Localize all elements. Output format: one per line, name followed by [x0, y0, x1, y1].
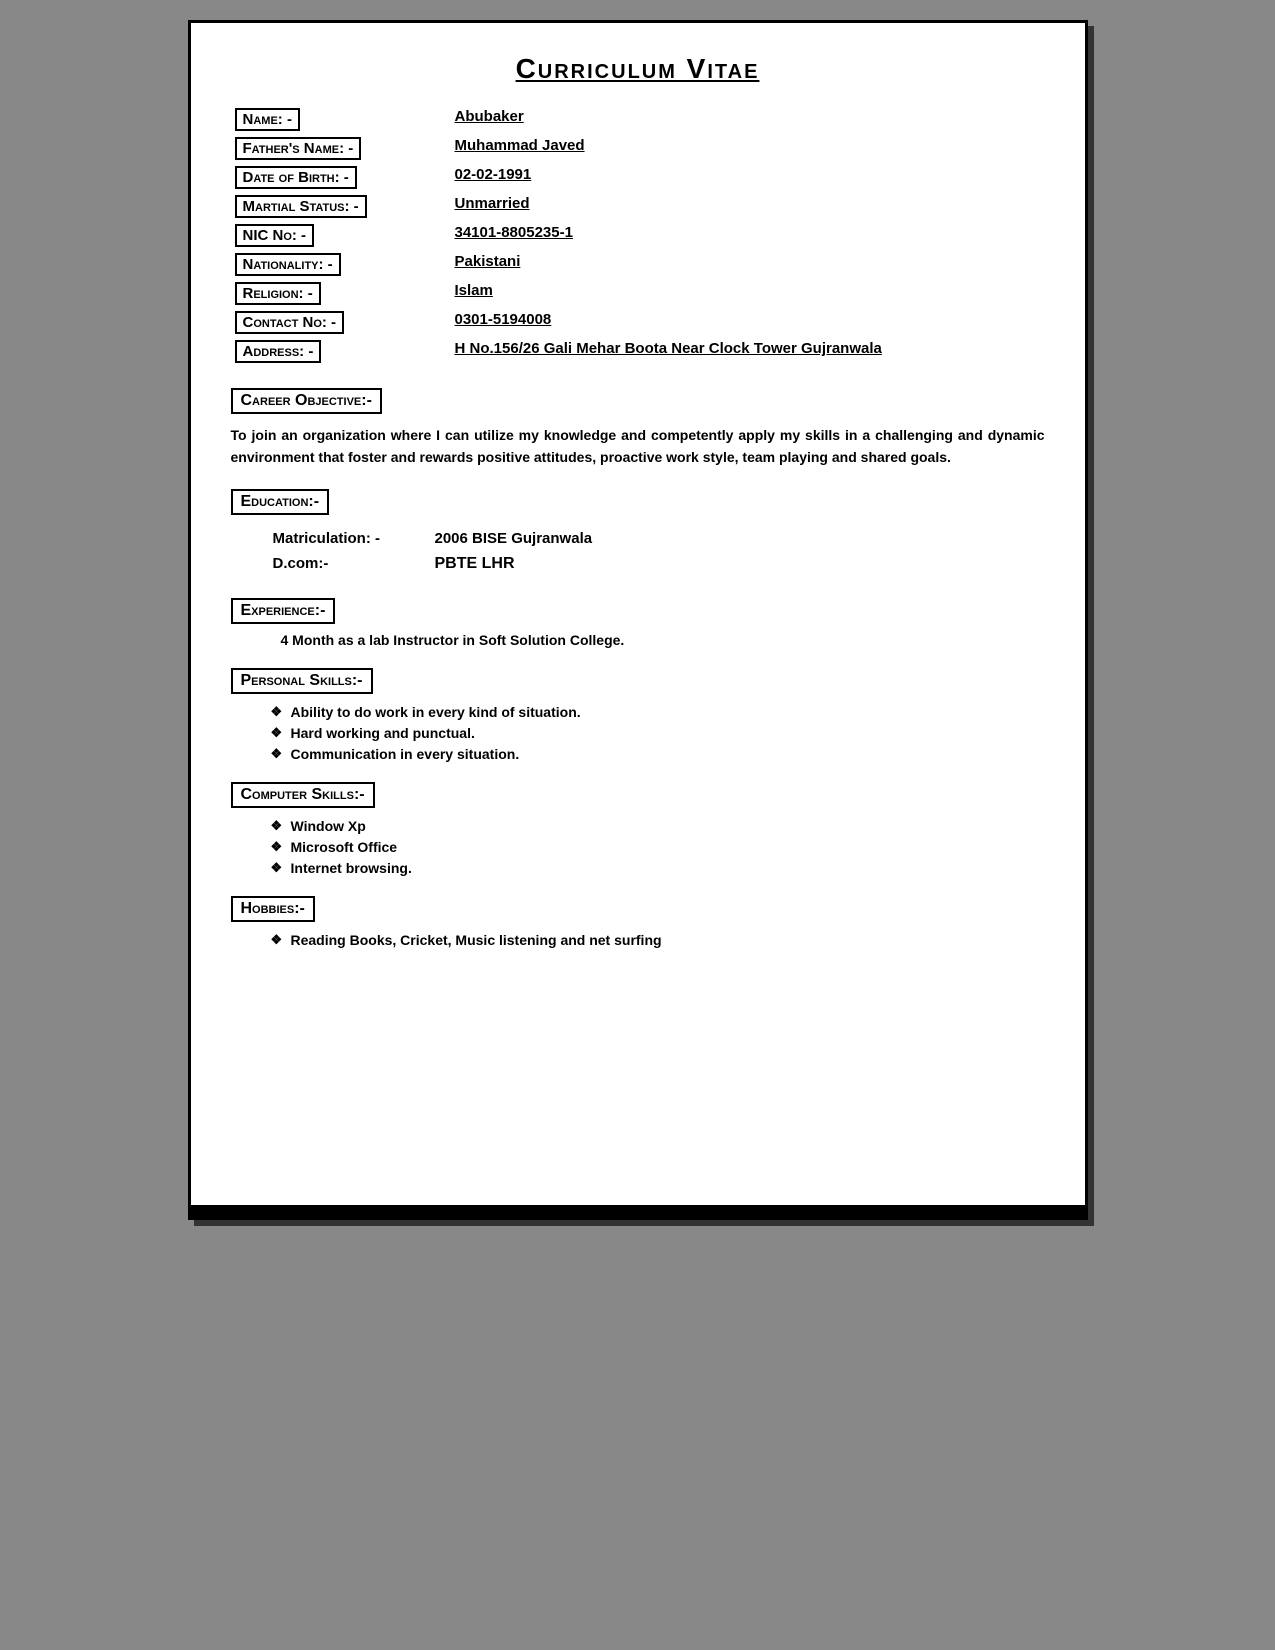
dob-row: Date of Birth: - 02-02-1991 — [231, 163, 1045, 192]
education-section: Education:- Matriculation: - 2006 BISE G… — [231, 481, 1045, 578]
nic-value: 34101-8805235-1 — [451, 221, 1045, 250]
computer-skills-header: Computer Skills:- — [231, 782, 375, 808]
education-label-1: D.com:- — [263, 552, 423, 576]
experience-section: Experience:- 4 Month as a lab Instructor… — [231, 590, 1045, 648]
computer-skills-list: Window Xp Microsoft Office Internet brow… — [231, 818, 1045, 876]
nationality-label: Nationality: - — [231, 250, 451, 279]
name-value: Abubaker — [451, 105, 1045, 134]
nic-row: NIC No: - 34101-8805235-1 — [231, 221, 1045, 250]
dob-value: 02-02-1991 — [451, 163, 1045, 192]
experience-text: 4 Month as a lab Instructor in Soft Solu… — [231, 632, 1045, 648]
personal-info-table: Name: - Abubaker Father's Name: - Muhamm… — [231, 105, 1045, 366]
address-row: Address: - H No.156/26 Gali Mehar Boota … — [231, 337, 1045, 366]
martial-status-label: Martial Status: - — [231, 192, 451, 221]
dob-label: Date of Birth: - — [231, 163, 451, 192]
contact-row: Contact No: - 0301-5194008 — [231, 308, 1045, 337]
education-row-1: D.com:- PBTE LHR — [263, 552, 1043, 576]
hobbies-list: Reading Books, Cricket, Music listening … — [231, 932, 1045, 948]
education-value-0: 2006 BISE Gujranwala — [425, 527, 1043, 550]
fathers-name-row: Father's Name: - Muhammad Javed — [231, 134, 1045, 163]
name-row: Name: - Abubaker — [231, 105, 1045, 134]
martial-status-value: Unmarried — [451, 192, 1045, 221]
fathers-name-value: Muhammad Javed — [451, 134, 1045, 163]
hobbies-header: Hobbies:- — [231, 896, 315, 922]
religion-value: Islam — [451, 279, 1045, 308]
nic-label: NIC No: - — [231, 221, 451, 250]
computer-skill-0: Window Xp — [271, 818, 1045, 834]
hobbies-section: Hobbies:- Reading Books, Cricket, Music … — [231, 888, 1045, 948]
career-objective-section: Career Objective:- To join an organizati… — [231, 380, 1045, 469]
nationality-value: Pakistani — [451, 250, 1045, 279]
religion-label: Religion: - — [231, 279, 451, 308]
computer-skill-2: Internet browsing. — [271, 860, 1045, 876]
hobby-0: Reading Books, Cricket, Music listening … — [271, 932, 1045, 948]
computer-skills-section: Computer Skills:- Window Xp Microsoft Of… — [231, 774, 1045, 876]
education-label-0: Matriculation: - — [263, 527, 423, 550]
education-row-0: Matriculation: - 2006 BISE Gujranwala — [263, 527, 1043, 550]
personal-skills-section: Personal Skills:- Ability to do work in … — [231, 660, 1045, 762]
education-value-1: PBTE LHR — [425, 552, 1043, 576]
martial-status-row: Martial Status: - Unmarried — [231, 192, 1045, 221]
address-value: H No.156/26 Gali Mehar Boota Near Clock … — [451, 337, 1045, 366]
contact-value: 0301-5194008 — [451, 308, 1045, 337]
personal-skill-2: Communication in every situation. — [271, 746, 1045, 762]
computer-skill-1: Microsoft Office — [271, 839, 1045, 855]
career-objective-header: Career Objective:- — [231, 388, 382, 414]
experience-header: Experience:- — [231, 598, 336, 624]
personal-skill-0: Ability to do work in every kind of situ… — [271, 704, 1045, 720]
name-label: Name: - — [231, 105, 451, 134]
personal-skills-list: Ability to do work in every kind of situ… — [231, 704, 1045, 762]
education-header: Education:- — [231, 489, 330, 515]
contact-label: Contact No: - — [231, 308, 451, 337]
fathers-name-label: Father's Name: - — [231, 134, 451, 163]
page-title: Curriculum Vitae — [231, 53, 1045, 85]
career-objective-text: To join an organization where I can util… — [231, 424, 1045, 469]
resume-page: Curriculum Vitae Name: - Abubaker Father… — [188, 20, 1088, 1220]
personal-skills-header: Personal Skills:- — [231, 668, 373, 694]
address-label: Address: - — [231, 337, 451, 366]
personal-skill-1: Hard working and punctual. — [271, 725, 1045, 741]
religion-row: Religion: - Islam — [231, 279, 1045, 308]
education-table: Matriculation: - 2006 BISE Gujranwala D.… — [231, 525, 1045, 578]
nationality-row: Nationality: - Pakistani — [231, 250, 1045, 279]
bottom-bar — [191, 1205, 1085, 1217]
